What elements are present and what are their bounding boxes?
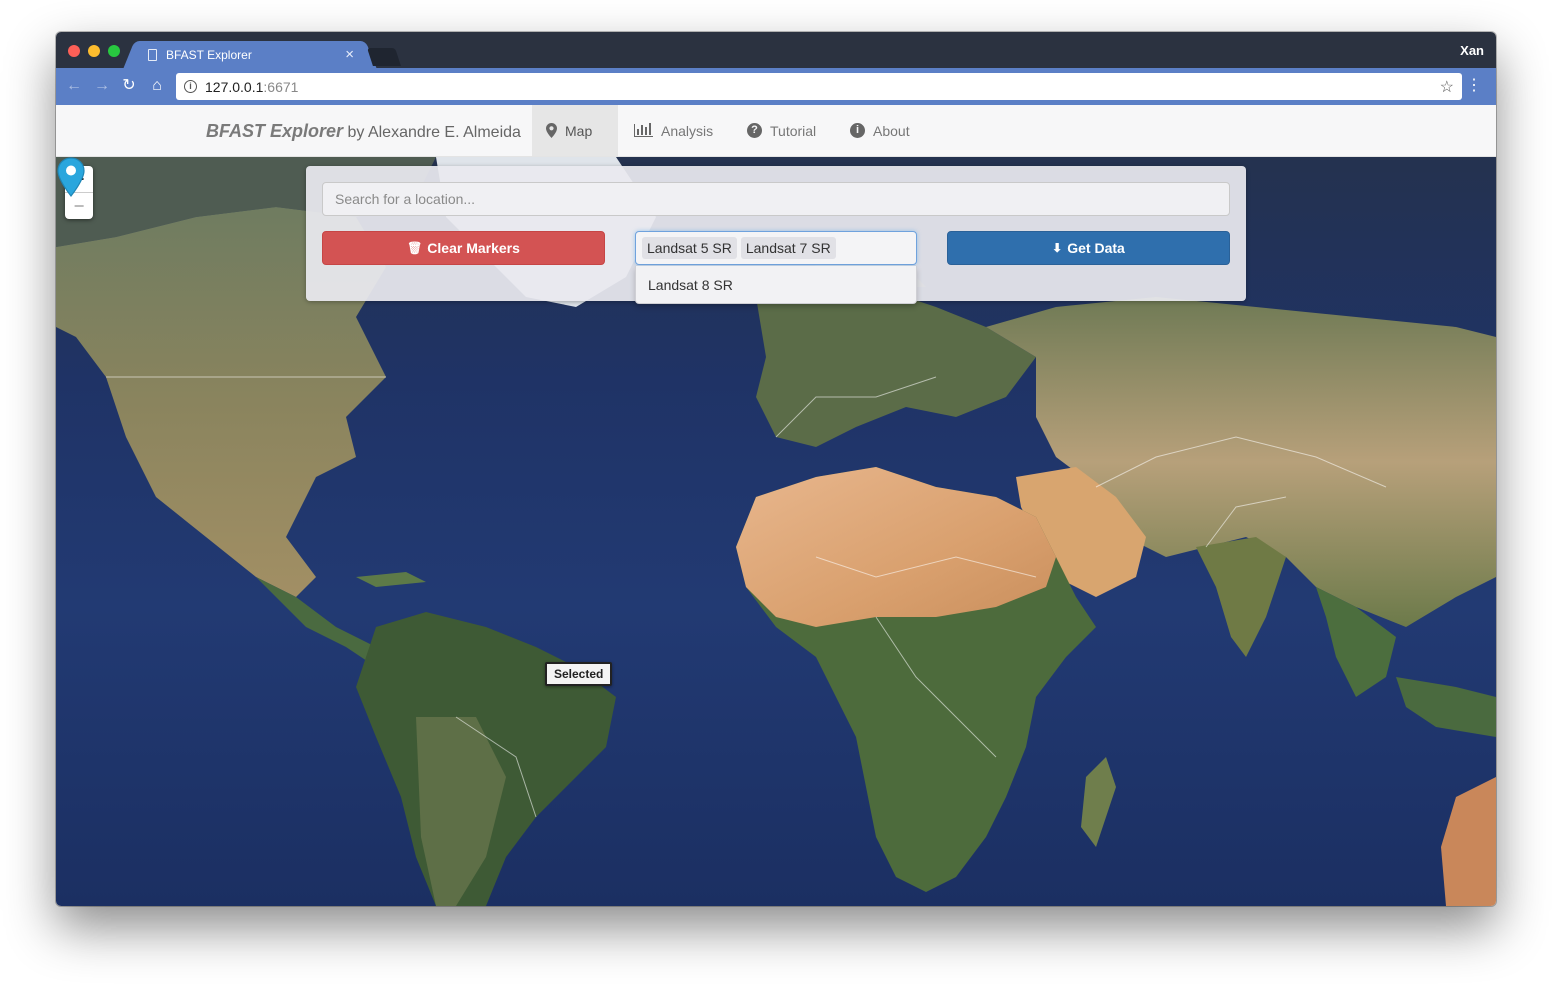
clear-markers-button[interactable]: 🗑 Clear Markers [322,231,605,265]
get-data-button[interactable]: ⬇ Get Data [947,231,1230,265]
document-icon [148,48,157,61]
nav-item-tutorial[interactable]: ? Tutorial [733,105,830,156]
map-marker-pin[interactable] [56,157,86,197]
question-circle-icon: ? [747,123,762,138]
brand-name: BFAST Explorer [206,121,344,141]
browser-titlebar: BFAST Explorer × Xan [56,32,1496,68]
tab-title: BFAST Explorer [166,47,252,62]
nav-item-label: Map [565,122,593,139]
bookmark-star-icon[interactable]: ☆ [1440,77,1454,97]
download-icon: ⬇ [1052,241,1063,255]
info-icon[interactable]: i [184,80,197,93]
maximize-window-button[interactable] [108,45,120,57]
location-search-input[interactable] [322,182,1230,216]
tab-close-icon[interactable]: × [345,46,354,63]
nav-item-label: Tutorial [770,122,817,139]
close-window-button[interactable] [68,45,80,57]
url-port: :6671 [263,78,299,95]
brand[interactable]: BFAST Explorer by Alexandre E. Almeida [206,121,521,142]
nav-item-analysis[interactable]: Analysis [620,105,727,156]
sensor-dropdown-option[interactable]: Landsat 8 SR [635,266,917,304]
nav-item-label: About [873,122,910,139]
brand-author: by Alexandre E. Almeida [343,124,521,141]
address-bar[interactable]: i 127.0.0.1:6671 ☆ [176,73,1462,100]
profile-name[interactable]: Xan [1460,43,1484,58]
clear-markers-label: Clear Markers [427,240,520,256]
back-arrow-icon[interactable]: ← [64,76,84,96]
home-icon[interactable]: ⌂ [147,76,167,96]
map-marker-icon [546,123,557,138]
minimize-window-button[interactable] [88,45,100,57]
url-host: 127.0.0.1 [205,78,264,95]
marker-tooltip: Selected [545,662,613,686]
info-circle-icon: i [850,123,865,138]
reload-icon[interactable]: ↻ [119,76,139,96]
browser-window: BFAST Explorer × Xan ← → ↻ ⌂ i 127.0.0.1… [56,32,1496,906]
trash-icon: 🗑 [407,241,423,255]
map-control-panel: 🗑 Clear Markers Landsat 5 SR Landsat 7 S… [306,166,1246,304]
browser-tab[interactable]: BFAST Explorer × [136,41,364,68]
new-tab-button[interactable] [367,48,401,66]
app-navbar: BFAST Explorer by Alexandre E. Almeida M… [56,105,1496,157]
browser-toolbar: ← → ↻ ⌂ i 127.0.0.1:6671 ☆ ⋮ [56,68,1496,105]
nav-item-map[interactable]: Map [532,105,618,156]
selected-sensor-chip[interactable]: Landsat 7 SR [740,237,836,259]
selected-sensor-chip[interactable]: Landsat 5 SR [642,237,737,259]
nav-item-about[interactable]: i About [836,105,924,156]
forward-arrow-icon[interactable]: → [92,76,112,96]
sensor-multiselect[interactable]: Landsat 5 SR Landsat 7 SR [635,231,917,265]
satellite-map[interactable]: + − 🗑 Clear Markers Landsat 5 SR Landsat… [56,157,1496,906]
nav-item-label: Analysis [661,122,714,139]
get-data-label: Get Data [1067,240,1125,256]
bar-chart-icon [634,123,653,137]
browser-menu-icon[interactable]: ⋮ [1466,76,1482,96]
